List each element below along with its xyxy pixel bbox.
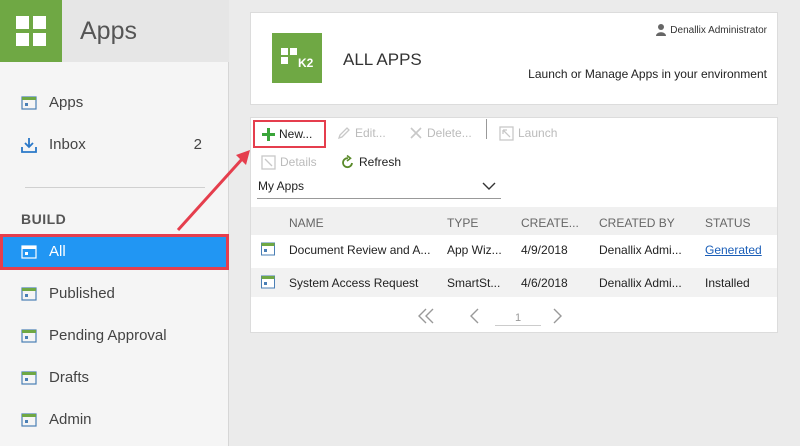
column-header-created-by[interactable]: CREATED BY <box>599 216 693 230</box>
k2-grid-icon <box>281 48 297 64</box>
refresh-icon <box>342 154 353 168</box>
app-window-icon <box>261 242 275 256</box>
inbox-download-icon <box>21 138 37 153</box>
table-row[interactable]: System Access Request SmartSt... 4/6/201… <box>251 268 777 297</box>
sidebar-divider <box>25 187 205 188</box>
page-subtitle: Launch or Manage Apps in your environmen… <box>528 67 767 81</box>
sidebar-item-label: All <box>49 243 66 260</box>
cell-created: 4/9/2018 <box>521 243 568 257</box>
app-window-icon <box>21 287 37 301</box>
new-button[interactable]: New... <box>253 120 326 148</box>
sidebar-item-label: Inbox <box>49 136 86 153</box>
delete-button-label: Delete... <box>427 126 472 140</box>
apps-grid-icon[interactable] <box>0 0 62 62</box>
plus-icon <box>262 127 275 141</box>
table-row[interactable]: Document Review and A... App Wiz... 4/9/… <box>251 235 777 264</box>
pencil-icon <box>337 127 350 140</box>
page-header: K2 ALL APPS Denallix Administrator Launc… <box>250 12 778 105</box>
sidebar-item-label: Admin <box>49 411 92 428</box>
cell-status: Installed <box>705 276 750 290</box>
k2-logo: K2 <box>272 33 322 83</box>
cell-name: System Access Request <box>289 276 419 290</box>
sidebar-item-apps[interactable]: Apps <box>0 85 229 121</box>
app-window-icon <box>21 371 37 385</box>
next-page-icon[interactable] <box>551 306 563 326</box>
sidebar-item-pending-approval[interactable]: Pending Approval <box>0 318 229 354</box>
launch-button[interactable]: Launch <box>499 121 557 145</box>
cell-created-by: Denallix Admi... <box>599 243 682 257</box>
column-header-status[interactable]: STATUS <box>705 216 777 230</box>
page-number-input[interactable]: 1 <box>495 308 541 326</box>
delete-x-icon <box>410 127 422 139</box>
sidebar-item-published[interactable]: Published <box>0 276 229 312</box>
sidebar-title: Apps <box>80 17 137 45</box>
sidebar-item-all[interactable]: All <box>0 234 229 270</box>
sidebar-item-label: Drafts <box>49 369 90 386</box>
edit-button[interactable]: Edit... <box>337 121 386 145</box>
first-page-icon[interactable] <box>417 306 435 326</box>
cell-name: Document Review and A... <box>289 243 431 257</box>
previous-page-icon[interactable] <box>469 306 481 326</box>
apps-list-panel: New... Edit... Delete... Launch Details <box>250 117 778 333</box>
cell-created: 4/6/2018 <box>521 276 568 290</box>
cell-type: App Wiz... <box>447 243 502 257</box>
sidebar-item-label: Apps <box>49 94 84 111</box>
sidebar-item-label: Published <box>49 285 115 302</box>
launch-button-label: Launch <box>518 126 558 140</box>
cell-type: SmartSt... <box>447 276 501 290</box>
cell-created-by: Denallix Admi... <box>599 276 682 290</box>
section-label-build: BUILD <box>21 211 67 227</box>
launch-icon <box>499 125 514 141</box>
column-header-created[interactable]: CREATE... <box>521 216 587 230</box>
apps-filter-dropdown[interactable]: My Apps <box>257 179 501 199</box>
status-link-generated[interactable]: Generated <box>705 243 777 257</box>
sidebar-header: Apps <box>0 0 229 62</box>
user-name: Denallix Administrator <box>670 24 767 36</box>
sidebar-item-label: Pending Approval <box>49 327 167 344</box>
column-header-name[interactable]: NAME <box>289 216 439 230</box>
details-icon <box>261 154 276 170</box>
refresh-button-label: Refresh <box>359 155 402 169</box>
column-header-type[interactable]: TYPE <box>447 216 511 230</box>
sidebar-item-admin[interactable]: Admin <box>0 402 229 438</box>
sidebar: Apps Apps Inbox 2 BUILD All Published Pe… <box>0 0 229 446</box>
table-header: NAME TYPE CREATE... CREATED BY STATUS <box>251 207 777 237</box>
delete-button[interactable]: Delete... <box>409 121 472 145</box>
sidebar-item-drafts[interactable]: Drafts <box>0 360 229 396</box>
page-title: ALL APPS <box>343 50 422 69</box>
sidebar-item-inbox[interactable]: Inbox 2 <box>0 127 229 163</box>
app-window-icon <box>21 413 37 427</box>
inbox-count-badge: 2 <box>193 136 202 153</box>
apps-filter-value: My Apps <box>258 179 305 193</box>
details-button[interactable]: Details <box>261 150 317 174</box>
k2-logo-text: K2 <box>298 56 314 70</box>
app-window-icon <box>261 275 275 289</box>
app-window-icon <box>21 96 37 110</box>
user-icon <box>656 24 667 36</box>
app-window-icon <box>21 245 37 259</box>
refresh-button[interactable]: Refresh <box>340 150 401 174</box>
edit-button-label: Edit... <box>355 126 386 140</box>
chevron-down-icon <box>482 182 496 190</box>
new-button-label: New... <box>279 127 313 141</box>
user-menu[interactable]: Denallix Administrator <box>656 24 767 36</box>
toolbar-separator <box>486 119 487 139</box>
details-button-label: Details <box>280 155 317 169</box>
app-window-icon <box>21 329 37 343</box>
